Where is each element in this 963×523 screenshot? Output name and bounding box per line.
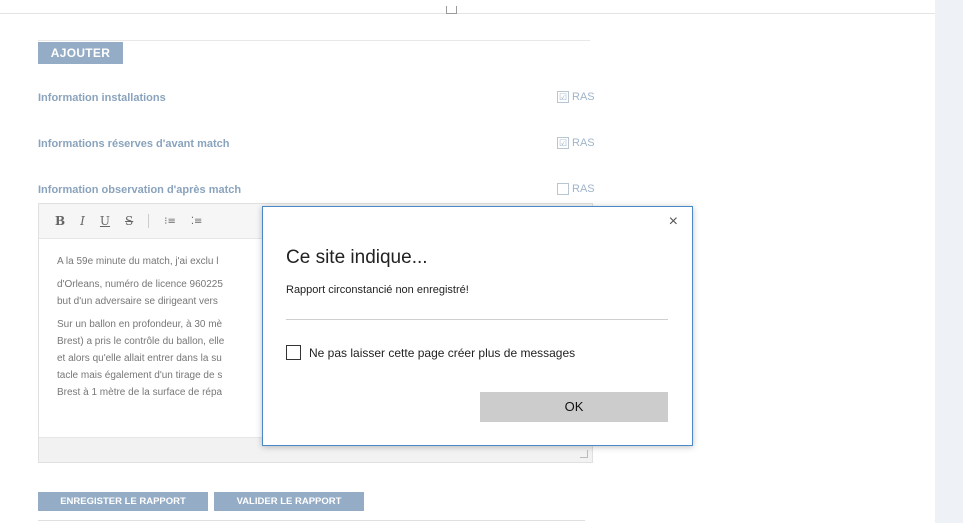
ordered-list-button[interactable]: ⁝≡ bbox=[164, 216, 176, 227]
post-match-observation-label: Information observation d'après match bbox=[38, 184, 242, 196]
dialog-title: Ce site indique... bbox=[286, 247, 428, 268]
suppress-messages-option[interactable]: Ne pas laisser cette page créer plus de … bbox=[286, 345, 575, 360]
toolbar-separator bbox=[148, 214, 150, 228]
pre-match-ras-checkbox[interactable]: ☑ RAS bbox=[557, 137, 595, 149]
ras-label: RAS bbox=[572, 183, 595, 195]
save-report-button[interactable]: ENREGISTER LE RAPPORT bbox=[38, 492, 208, 511]
installations-label: Information installations bbox=[38, 92, 166, 104]
post-match-ras-checkbox[interactable]: RAS bbox=[557, 183, 595, 195]
validate-report-button[interactable]: VALIDER LE RAPPORT bbox=[214, 492, 364, 511]
underline-button[interactable]: U bbox=[100, 214, 110, 228]
top-divider bbox=[0, 13, 935, 14]
pre-match-reserves-label: Informations réserves d'avant match bbox=[38, 138, 230, 150]
close-icon[interactable]: × bbox=[669, 213, 678, 231]
alert-dialog: × Ce site indique... Rapport circonstanc… bbox=[262, 206, 693, 446]
italic-button[interactable]: I bbox=[80, 214, 85, 228]
unordered-list-button[interactable]: ⁚≡ bbox=[191, 216, 203, 227]
add-button[interactable]: AJOUTER bbox=[38, 42, 123, 64]
dialog-divider bbox=[286, 319, 668, 320]
resize-handle-icon[interactable] bbox=[580, 450, 588, 458]
checkbox-checked-icon: ☑ bbox=[557, 91, 569, 103]
bottom-divider bbox=[38, 520, 585, 521]
dialog-message: Rapport circonstancié non enregistré! bbox=[286, 284, 469, 296]
ras-label: RAS bbox=[572, 91, 595, 103]
collapse-icon[interactable] bbox=[446, 6, 457, 14]
installations-ras-checkbox[interactable]: ☑ RAS bbox=[557, 91, 595, 103]
strikethrough-button[interactable]: S bbox=[125, 214, 133, 228]
suppress-messages-label: Ne pas laisser cette page créer plus de … bbox=[309, 345, 576, 360]
section-divider bbox=[38, 40, 590, 41]
suppress-messages-checkbox[interactable] bbox=[286, 345, 301, 360]
bold-button[interactable]: B bbox=[55, 214, 65, 228]
checkbox-empty-icon bbox=[557, 183, 569, 195]
right-side-panel bbox=[935, 0, 963, 523]
ras-label: RAS bbox=[572, 137, 595, 149]
ok-button[interactable]: OK bbox=[480, 392, 668, 422]
checkbox-checked-icon: ☑ bbox=[557, 137, 569, 149]
